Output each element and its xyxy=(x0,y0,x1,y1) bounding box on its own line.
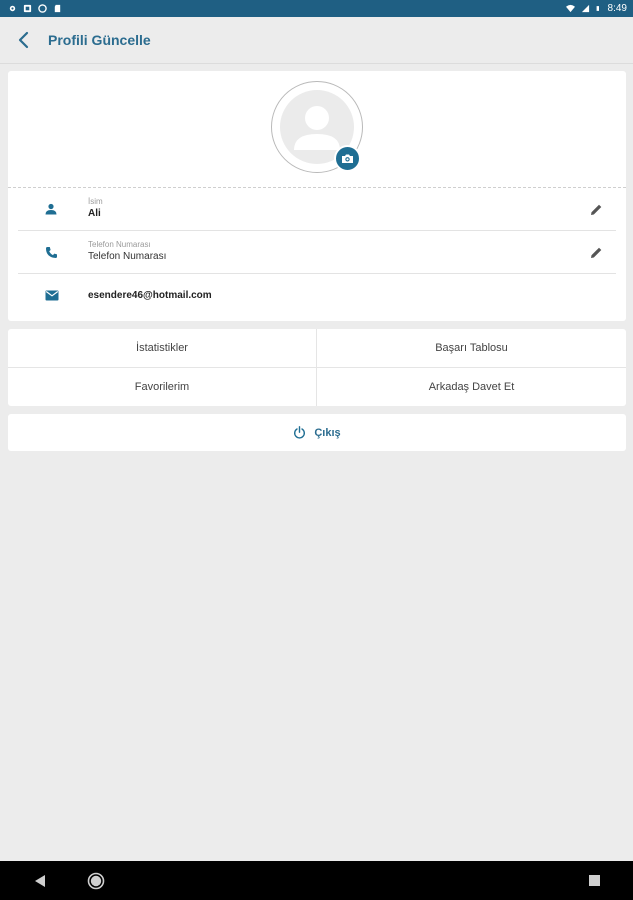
statistics-button[interactable]: İstatistikler xyxy=(8,329,317,368)
leaderboard-button[interactable]: Başarı Tablosu xyxy=(317,329,626,368)
phone-field-icon-wrap xyxy=(18,246,88,259)
sd-card-notification-icon xyxy=(54,4,61,13)
name-value: Ali xyxy=(88,208,101,219)
edit-phone-button[interactable] xyxy=(576,246,616,259)
avatar-area xyxy=(8,71,626,188)
screen: 8:49 Profili Güncelle İsim Ali Telefon N… xyxy=(0,0,633,900)
nav-home-button[interactable] xyxy=(76,861,116,900)
phone-field[interactable]: Telefon Numarası Telefon Numarası xyxy=(88,240,576,264)
name-field-icon-wrap xyxy=(18,203,88,215)
pencil-icon xyxy=(590,204,601,215)
pencil-icon xyxy=(590,247,601,258)
system-nav-bar xyxy=(0,861,633,900)
email-value: esendere46@hotmail.com xyxy=(88,289,212,301)
camera-icon xyxy=(342,154,353,163)
status-bar: 8:49 xyxy=(0,0,633,17)
phone-icon xyxy=(46,246,57,258)
status-bar-notifications xyxy=(8,4,62,13)
logout-label: Çıkış xyxy=(314,426,341,439)
wifi-icon xyxy=(565,4,575,13)
cell-signal-icon xyxy=(581,4,589,13)
nav-recents-button[interactable] xyxy=(574,861,614,900)
battery-icon xyxy=(596,6,599,11)
phone-field-row: Telefon Numarası Telefon Numarası xyxy=(18,231,616,274)
profile-card: İsim Ali Telefon Numarası Telefon Numara… xyxy=(8,71,626,321)
email-icon xyxy=(45,290,59,301)
sync-notification-icon xyxy=(38,4,47,13)
favorites-button[interactable]: Favorilerim xyxy=(8,367,317,406)
status-bar-system: 8:49 xyxy=(565,3,627,14)
email-field: esendere46@hotmail.com xyxy=(88,289,616,303)
invite-friend-button[interactable]: Arkadaş Davet Et xyxy=(317,368,626,407)
chevron-left-icon xyxy=(18,31,29,49)
name-label: İsim xyxy=(88,197,103,206)
email-field-row: esendere46@hotmail.com xyxy=(18,274,616,317)
power-icon xyxy=(294,426,306,439)
app-bar: Profili Güncelle xyxy=(0,17,633,64)
phone-value: Telefon Numarası xyxy=(88,251,167,262)
change-photo-button[interactable] xyxy=(334,145,361,172)
settings-notification-icon xyxy=(9,5,16,12)
triangle-back-icon xyxy=(35,874,45,887)
page-title: Profili Güncelle xyxy=(48,32,151,48)
square-recents-icon xyxy=(588,875,600,886)
back-button[interactable] xyxy=(2,17,46,64)
phone-label: Telefon Numarası xyxy=(88,240,151,249)
status-time: 8:49 xyxy=(607,3,627,14)
person-icon xyxy=(45,203,57,215)
nav-back-button[interactable] xyxy=(20,861,60,900)
edit-name-button[interactable] xyxy=(576,203,616,216)
circle-home-icon xyxy=(87,872,105,889)
app-notification-icon xyxy=(23,4,32,13)
email-field-icon-wrap xyxy=(18,290,88,301)
profile-menu: İstatistikler Başarı Tablosu Favorilerim… xyxy=(8,329,626,406)
name-field[interactable]: İsim Ali xyxy=(88,197,576,221)
logout-button[interactable]: Çıkış xyxy=(8,414,626,451)
name-field-row: İsim Ali xyxy=(18,188,616,231)
